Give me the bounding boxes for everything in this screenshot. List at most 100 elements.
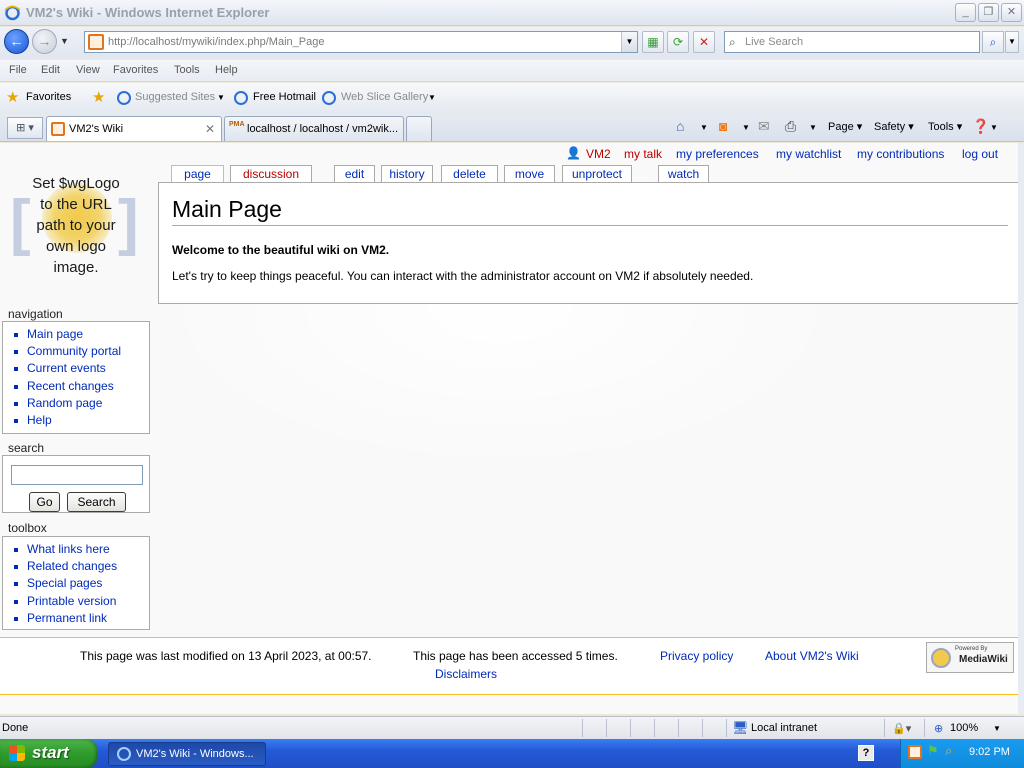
powered-by-mediawiki-badge[interactable]: Powered By MediaWiki [926, 642, 1014, 673]
my-contributions-link[interactable]: my contributions [857, 147, 944, 161]
safety-menu-button[interactable]: Safety ▾ [874, 120, 914, 133]
nav-community-portal[interactable]: Community portal [13, 343, 149, 360]
log-out-link[interactable]: log out [962, 147, 998, 161]
tab-discussion[interactable]: discussion [230, 165, 312, 183]
restore-button[interactable]: ❐ [978, 3, 999, 22]
minimize-button[interactable]: _ [955, 3, 976, 22]
tab-watch[interactable]: watch [658, 165, 709, 183]
nav-random-page[interactable]: Random page [13, 395, 149, 412]
tool-permanent-link[interactable]: Permanent link [13, 610, 149, 627]
tool-what-links-here[interactable]: What links here [13, 541, 149, 558]
my-preferences-link[interactable]: my preferences [676, 147, 759, 161]
user-page-link[interactable]: VM2 [586, 147, 611, 161]
tool-printable-version[interactable]: Printable version [13, 593, 149, 610]
help-icon[interactable]: ❓ [972, 118, 989, 135]
go-button[interactable]: Go [29, 492, 60, 512]
home-icon[interactable]: ⌂ [676, 118, 684, 134]
menu-file[interactable]: File [9, 64, 27, 76]
tool-related-changes[interactable]: Related changes [13, 558, 149, 575]
tools-menu-button[interactable]: Tools ▾ [928, 120, 962, 133]
rss-feed-icon[interactable]: ◙ [719, 118, 727, 134]
address-dropdown-icon[interactable]: ▼ [621, 32, 637, 52]
tools-menu-label: Tools [928, 121, 954, 133]
tool-special-pages[interactable]: Special pages [13, 575, 149, 592]
my-talk-link[interactable]: my talk [624, 147, 662, 161]
web-slice-gallery-link[interactable]: Web Slice Gallery [341, 91, 428, 103]
feeds-dropdown-icon[interactable]: ▼ [742, 123, 750, 132]
tab-vm2-wiki[interactable]: VM2's Wiki ✕ [46, 116, 222, 141]
compatibility-view-button[interactable]: ▦ [642, 31, 664, 53]
zoom-level[interactable]: 100% [950, 722, 978, 734]
start-button[interactable]: start [0, 739, 98, 768]
nav-main-page[interactable]: Main page [13, 326, 149, 343]
stop-button[interactable]: ✕ [693, 31, 715, 53]
web-slice-dropdown-icon[interactable]: ▼ [428, 93, 436, 102]
tab-delete[interactable]: delete [441, 165, 498, 183]
network-tray-icon[interactable]: ⚑ [927, 743, 939, 759]
logo-line: Set $wgLogo [32, 175, 120, 192]
read-mail-icon[interactable]: ✉ [758, 118, 770, 135]
recent-pages-dropdown-icon[interactable]: ▼ [60, 36, 69, 46]
status-separator [630, 719, 631, 737]
new-tab-button[interactable] [406, 116, 432, 141]
search-box[interactable]: ⌕ Live Search [724, 31, 980, 53]
logo-line: to the URL [40, 196, 112, 213]
nav-recent-changes[interactable]: Recent changes [13, 378, 149, 395]
search-tray-icon[interactable]: ⌕ [945, 743, 952, 759]
web-slice-icon [322, 91, 336, 105]
menu-help[interactable]: Help [215, 64, 238, 76]
xampp-tray-icon[interactable] [908, 745, 922, 759]
back-button[interactable]: ← [4, 29, 29, 54]
suggested-sites-link[interactable]: Suggested Sites [135, 91, 215, 103]
close-tab-icon[interactable]: ✕ [205, 122, 215, 136]
tab-label: localhost / localhost / vm2wik... [247, 123, 399, 135]
add-favorite-star-icon[interactable]: ★ [92, 88, 105, 106]
nav-current-events[interactable]: Current events [13, 360, 149, 377]
mediawiki-logo-icon [931, 648, 951, 668]
my-watchlist-link[interactable]: my watchlist [776, 147, 841, 161]
address-url: http://localhost/mywiki/index.php/Main_P… [108, 36, 324, 48]
address-bar[interactable]: http://localhost/mywiki/index.php/Main_P… [84, 31, 638, 53]
tab-unprotect[interactable]: unprotect [562, 165, 632, 183]
help-dropdown-icon[interactable]: ▼ [990, 123, 998, 132]
about-wiki-link[interactable]: About VM2's Wiki [765, 649, 859, 663]
nav-help[interactable]: Help [13, 412, 149, 429]
print-icon[interactable]: ⎙ [785, 118, 796, 135]
tab-history[interactable]: history [381, 165, 433, 183]
tab-label: VM2's Wiki [69, 123, 124, 135]
disclaimers-link[interactable]: Disclaimers [435, 667, 497, 681]
hotmail-icon [234, 91, 248, 105]
help-tray-icon[interactable]: ? [858, 745, 874, 761]
menu-view[interactable]: View [76, 64, 100, 76]
status-separator [924, 719, 925, 737]
wiki-search-input[interactable] [11, 465, 143, 485]
forward-button[interactable]: → [32, 29, 57, 54]
menu-tools[interactable]: Tools [174, 64, 200, 76]
tab-phpmyadmin[interactable]: PMA localhost / localhost / vm2wik... [224, 116, 404, 141]
search-options-dropdown-icon[interactable]: ▼ [1005, 31, 1019, 53]
print-dropdown-icon[interactable]: ▼ [809, 123, 817, 132]
quick-tabs-button[interactable]: ⊞ ▾ [7, 117, 43, 139]
page-menu-button[interactable]: Page ▾ [828, 120, 862, 133]
close-window-button[interactable]: ✕ [1001, 3, 1022, 22]
status-separator [884, 719, 885, 737]
favorites-button[interactable]: Favorites [26, 91, 71, 103]
suggested-sites-dropdown-icon[interactable]: ▼ [217, 93, 225, 102]
search-button[interactable]: Search [67, 492, 126, 512]
refresh-button[interactable]: ⟳ [667, 31, 689, 53]
tab-edit[interactable]: edit [334, 165, 375, 183]
tab-move[interactable]: move [504, 165, 555, 183]
menu-edit[interactable]: Edit [41, 64, 60, 76]
zoom-dropdown-icon[interactable]: ▼ [993, 724, 1001, 733]
menu-favorites[interactable]: Favorites [113, 64, 158, 76]
wiki-logo[interactable]: [ ] Set $wgLogo to the URL path to your … [8, 171, 144, 281]
search-go-icon[interactable]: ⌕ [982, 31, 1004, 53]
protected-mode-icon[interactable]: 🔒▾ [892, 722, 911, 735]
home-dropdown-icon[interactable]: ▼ [700, 123, 708, 132]
privacy-policy-link[interactable]: Privacy policy [660, 649, 733, 663]
last-modified-text: This page was last modified on 13 April … [80, 649, 372, 663]
search-placeholder: Live Search [745, 36, 804, 48]
status-separator [678, 719, 679, 737]
taskbar-ie-window[interactable]: VM2's Wiki - Windows... [108, 742, 266, 766]
free-hotmail-link[interactable]: Free Hotmail [253, 91, 316, 103]
